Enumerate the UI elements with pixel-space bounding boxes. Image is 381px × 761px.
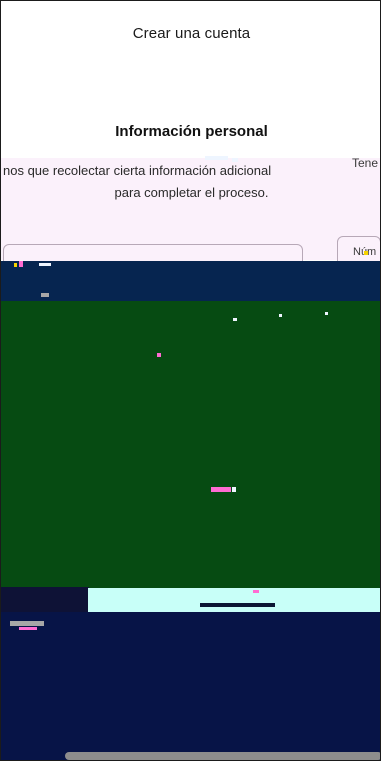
noise-fragment bbox=[10, 621, 44, 626]
noise-fragment bbox=[232, 158, 238, 162]
noise-fragment bbox=[325, 312, 328, 315]
noise-fragment bbox=[233, 318, 237, 321]
glitch-bar-blue bbox=[1, 261, 380, 289]
description-line-2: para completar el proceso. bbox=[114, 185, 269, 200]
home-indicator bbox=[65, 752, 380, 760]
noise-fragment bbox=[200, 603, 275, 607]
noise-fragment bbox=[205, 156, 228, 160]
description-line-1: nos que recolectar cierta información ad… bbox=[3, 163, 272, 178]
section-title: Información personal bbox=[115, 123, 268, 140]
glitch-bar-blue-lower bbox=[1, 289, 380, 301]
glitch-strip-dark bbox=[1, 587, 89, 613]
glitch-block-navy bbox=[1, 612, 380, 760]
noise-fragment bbox=[19, 627, 37, 630]
top-bar: Crear una cuenta bbox=[1, 1, 380, 67]
screen: Crear una cuenta Información personal no… bbox=[0, 0, 381, 761]
page-title: Crear una cuenta bbox=[132, 25, 251, 42]
noise-fragment bbox=[253, 590, 259, 593]
noise-fragment bbox=[39, 263, 51, 266]
noise-fragment bbox=[211, 487, 231, 492]
noise-fragment bbox=[41, 293, 49, 297]
glitch-block-green bbox=[1, 301, 380, 590]
noise-fragment bbox=[19, 261, 23, 267]
noise-fragment bbox=[364, 251, 368, 255]
noise-fragment bbox=[232, 487, 236, 492]
next-panel-text-peek: Tene bbox=[352, 156, 379, 170]
glitch-strip-teal bbox=[88, 588, 380, 612]
noise-fragment bbox=[157, 353, 161, 357]
noise-fragment bbox=[279, 314, 282, 317]
noise-fragment bbox=[14, 263, 17, 267]
